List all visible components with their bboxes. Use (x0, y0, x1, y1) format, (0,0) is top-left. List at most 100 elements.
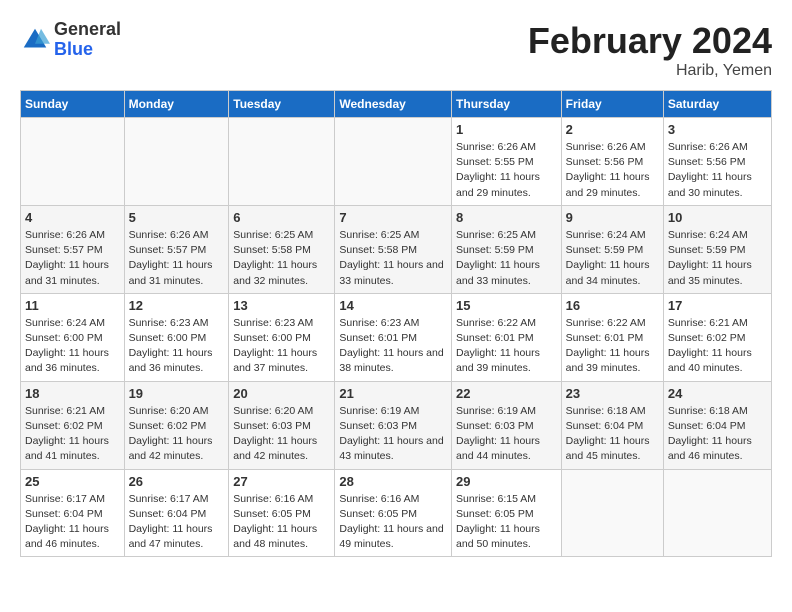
calendar-day-cell: 16 Sunrise: 6:22 AMSunset: 6:01 PMDayligh… (561, 293, 663, 381)
day-number: 17 (668, 298, 767, 313)
day-info: Sunrise: 6:23 AMSunset: 6:01 PMDaylight:… (339, 316, 447, 377)
day-number: 14 (339, 298, 447, 313)
calendar-day-cell: 21 Sunrise: 6:19 AMSunset: 6:03 PMDayligh… (335, 381, 452, 469)
calendar-table: SundayMondayTuesdayWednesdayThursdayFrid… (20, 90, 772, 557)
day-info: Sunrise: 6:23 AMSunset: 6:00 PMDaylight:… (129, 316, 225, 377)
calendar-day-cell: 5 Sunrise: 6:26 AMSunset: 5:57 PMDaylight… (124, 205, 229, 293)
calendar-day-cell (561, 469, 663, 557)
day-number: 23 (566, 386, 659, 401)
calendar-week-row: 25 Sunrise: 6:17 AMSunset: 6:04 PMDayligh… (21, 469, 772, 557)
day-number: 20 (233, 386, 330, 401)
weekday-header-monday: Monday (124, 91, 229, 118)
calendar-day-cell: 1Sunrise: 6:26 AMSunset: 5:55 PMDaylight… (452, 118, 562, 206)
day-info: Sunrise: 6:20 AMSunset: 6:02 PMDaylight:… (129, 404, 225, 465)
day-number: 19 (129, 386, 225, 401)
calendar-day-cell: 15 Sunrise: 6:22 AMSunset: 6:01 PMDayligh… (452, 293, 562, 381)
month-title: February 2024 (528, 20, 772, 62)
day-number: 9 (566, 210, 659, 225)
day-info: Sunrise: 6:22 AMSunset: 6:01 PMDaylight:… (456, 316, 557, 377)
weekday-header-saturday: Saturday (663, 91, 771, 118)
calendar-day-cell: 18Sunrise: 6:21 AMSunset: 6:02 PMDayligh… (21, 381, 125, 469)
day-info: Sunrise: 6:24 AMSunset: 5:59 PMDaylight:… (566, 228, 659, 289)
calendar-day-cell: 11 Sunrise: 6:24 AMSunset: 6:00 PMDayligh… (21, 293, 125, 381)
day-number: 3 (668, 122, 767, 137)
logo-general-text: General (54, 20, 121, 40)
day-number: 25 (25, 474, 120, 489)
day-number: 28 (339, 474, 447, 489)
day-number: 22 (456, 386, 557, 401)
day-info: Sunrise: 6:23 AMSunset: 6:00 PMDaylight:… (233, 316, 330, 377)
calendar-day-cell: 14 Sunrise: 6:23 AMSunset: 6:01 PMDayligh… (335, 293, 452, 381)
day-info: Sunrise: 6:26 AMSunset: 5:55 PMDaylight:… (456, 140, 557, 201)
calendar-day-cell: 7Sunrise: 6:25 AMSunset: 5:58 PMDaylight… (335, 205, 452, 293)
calendar-day-cell: 26Sunrise: 6:17 AMSunset: 6:04 PMDayligh… (124, 469, 229, 557)
calendar-day-cell: 12 Sunrise: 6:23 AMSunset: 6:00 PMDayligh… (124, 293, 229, 381)
day-number: 21 (339, 386, 447, 401)
calendar-day-cell (335, 118, 452, 206)
weekday-header-tuesday: Tuesday (229, 91, 335, 118)
day-info: Sunrise: 6:26 AMSunset: 5:56 PMDaylight:… (566, 140, 659, 201)
day-number: 10 (668, 210, 767, 225)
day-info: Sunrise: 6:19 AMSunset: 6:03 PMDaylight:… (339, 404, 447, 465)
calendar-day-cell: 23 Sunrise: 6:18 AMSunset: 6:04 PMDayligh… (561, 381, 663, 469)
day-number: 4 (25, 210, 120, 225)
day-number: 6 (233, 210, 330, 225)
day-info: Sunrise: 6:17 AMSunset: 6:04 PMDaylight:… (129, 492, 225, 553)
calendar-day-cell: 13 Sunrise: 6:23 AMSunset: 6:00 PMDayligh… (229, 293, 335, 381)
calendar-day-cell: 24 Sunrise: 6:18 AMSunset: 6:04 PMDayligh… (663, 381, 771, 469)
day-info: Sunrise: 6:24 AMSunset: 6:00 PMDaylight:… (25, 316, 120, 377)
weekday-header-row: SundayMondayTuesdayWednesdayThursdayFrid… (21, 91, 772, 118)
calendar-day-cell: 10 Sunrise: 6:24 AMSunset: 5:59 PMDayligh… (663, 205, 771, 293)
day-info: Sunrise: 6:26 AMSunset: 5:56 PMDaylight:… (668, 140, 767, 201)
day-number: 13 (233, 298, 330, 313)
day-info: Sunrise: 6:24 AMSunset: 5:59 PMDaylight:… (668, 228, 767, 289)
day-number: 16 (566, 298, 659, 313)
day-number: 24 (668, 386, 767, 401)
day-number: 15 (456, 298, 557, 313)
calendar-day-cell: 8 Sunrise: 6:25 AMSunset: 5:59 PMDaylight… (452, 205, 562, 293)
title-block: February 2024 Harib, Yemen (528, 20, 772, 80)
logo: General Blue (20, 20, 121, 60)
calendar-day-cell: 6Sunrise: 6:25 AMSunset: 5:58 PMDaylight… (229, 205, 335, 293)
weekday-header-friday: Friday (561, 91, 663, 118)
day-info: Sunrise: 6:16 AMSunset: 6:05 PMDaylight:… (233, 492, 330, 553)
logo-text: General Blue (54, 20, 121, 60)
day-number: 2 (566, 122, 659, 137)
location-title: Harib, Yemen (528, 62, 772, 80)
day-info: Sunrise: 6:18 AMSunset: 6:04 PMDaylight:… (566, 404, 659, 465)
calendar-day-cell: 20Sunrise: 6:20 AMSunset: 6:03 PMDayligh… (229, 381, 335, 469)
day-info: Sunrise: 6:17 AMSunset: 6:04 PMDaylight:… (25, 492, 120, 553)
day-info: Sunrise: 6:26 AMSunset: 5:57 PMDaylight:… (25, 228, 120, 289)
day-info: Sunrise: 6:22 AMSunset: 6:01 PMDaylight:… (566, 316, 659, 377)
day-number: 18 (25, 386, 120, 401)
calendar-day-cell: 2 Sunrise: 6:26 AMSunset: 5:56 PMDaylight… (561, 118, 663, 206)
calendar-day-cell: 19 Sunrise: 6:20 AMSunset: 6:02 PMDayligh… (124, 381, 229, 469)
day-info: Sunrise: 6:25 AMSunset: 5:59 PMDaylight:… (456, 228, 557, 289)
day-info: Sunrise: 6:26 AMSunset: 5:57 PMDaylight:… (129, 228, 225, 289)
day-info: Sunrise: 6:15 AMSunset: 6:05 PMDaylight:… (456, 492, 557, 553)
day-info: Sunrise: 6:16 AMSunset: 6:05 PMDaylight:… (339, 492, 447, 553)
calendar-week-row: 11 Sunrise: 6:24 AMSunset: 6:00 PMDayligh… (21, 293, 772, 381)
day-number: 12 (129, 298, 225, 313)
day-number: 11 (25, 298, 120, 313)
day-info: Sunrise: 6:21 AMSunset: 6:02 PMDaylight:… (668, 316, 767, 377)
weekday-header-sunday: Sunday (21, 91, 125, 118)
day-info: Sunrise: 6:18 AMSunset: 6:04 PMDaylight:… (668, 404, 767, 465)
logo-icon (20, 25, 50, 55)
weekday-header-thursday: Thursday (452, 91, 562, 118)
day-number: 5 (129, 210, 225, 225)
calendar-week-row: 4 Sunrise: 6:26 AMSunset: 5:57 PMDaylight… (21, 205, 772, 293)
calendar-day-cell (229, 118, 335, 206)
calendar-week-row: 18Sunrise: 6:21 AMSunset: 6:02 PMDayligh… (21, 381, 772, 469)
calendar-day-cell: 25 Sunrise: 6:17 AMSunset: 6:04 PMDayligh… (21, 469, 125, 557)
calendar-day-cell: 29 Sunrise: 6:15 AMSunset: 6:05 PMDayligh… (452, 469, 562, 557)
calendar-day-cell: 17 Sunrise: 6:21 AMSunset: 6:02 PMDayligh… (663, 293, 771, 381)
day-number: 29 (456, 474, 557, 489)
calendar-day-cell: 3 Sunrise: 6:26 AMSunset: 5:56 PMDaylight… (663, 118, 771, 206)
calendar-day-cell (663, 469, 771, 557)
day-number: 8 (456, 210, 557, 225)
calendar-day-cell: 22 Sunrise: 6:19 AMSunset: 6:03 PMDayligh… (452, 381, 562, 469)
calendar-week-row: 1Sunrise: 6:26 AMSunset: 5:55 PMDaylight… (21, 118, 772, 206)
calendar-day-cell: 9 Sunrise: 6:24 AMSunset: 5:59 PMDaylight… (561, 205, 663, 293)
day-info: Sunrise: 6:19 AMSunset: 6:03 PMDaylight:… (456, 404, 557, 465)
